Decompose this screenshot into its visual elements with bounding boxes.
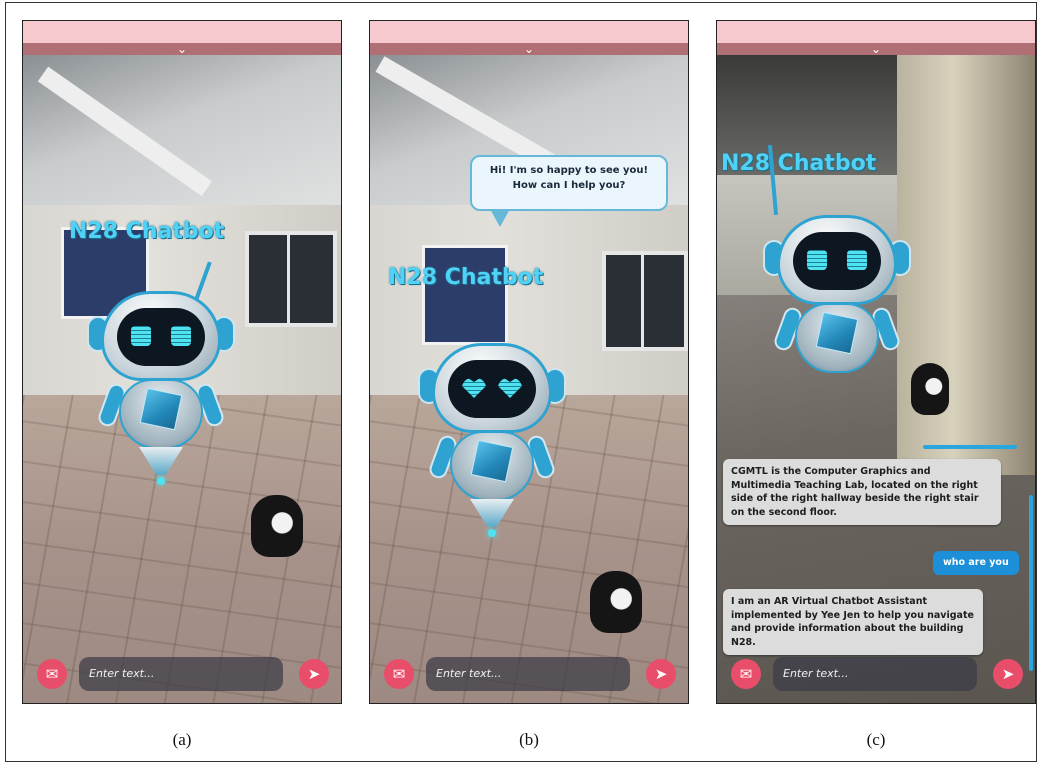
robot-head <box>432 343 552 433</box>
robot-face <box>117 308 205 366</box>
right-heart-eye <box>498 378 522 398</box>
chatbot-robot[interactable] <box>412 323 572 543</box>
text-input[interactable]: Enter text... <box>79 657 283 691</box>
chatbot-robot[interactable] <box>757 144 917 415</box>
cat <box>590 571 642 633</box>
text-input[interactable]: Enter text... <box>773 657 977 691</box>
bot-title: N28 Chatbot <box>721 151 877 176</box>
caption-b: (b) <box>519 730 539 749</box>
chat-bubble-icon[interactable]: ✉ <box>37 659 67 689</box>
top-bar[interactable] <box>23 21 341 43</box>
input-bar: ✉ Enter text... ➤ <box>370 651 688 703</box>
cat <box>911 363 949 415</box>
chat-bubble-icon[interactable]: ✉ <box>384 659 414 689</box>
send-arrow-icon[interactable]: ➤ <box>993 659 1023 689</box>
window <box>602 251 688 351</box>
bot-message-1: CGMTL is the Computer Graphics and Multi… <box>723 459 1001 525</box>
chevron-down-icon[interactable]: ⌄ <box>871 43 881 55</box>
chatbot-robot[interactable] <box>81 261 241 491</box>
input-bar: ✉ Enter text... ➤ <box>23 651 341 703</box>
cat <box>251 495 303 557</box>
robot-head <box>777 215 897 305</box>
camera-scene: N28 Chatbot CGMTL is the Computer Graphi… <box>717 55 1035 703</box>
text-input[interactable]: Enter text... <box>426 657 630 691</box>
bot-message-2: I am an AR Virtual Chatbot Assistant imp… <box>723 589 983 655</box>
bot-title: N28 Chatbot <box>69 219 225 244</box>
speech-bubble: Hi! I'm so happy to see you! How can I h… <box>470 155 668 211</box>
camera-scene: N28 Chatbot <box>23 55 341 703</box>
camera-scene: Hi! I'm so happy to see you! How can I h… <box>370 55 688 703</box>
robot-head <box>101 291 221 381</box>
screen-panel-b: ⌄ Hi! I'm so happy to see you! How can I… <box>369 20 689 704</box>
left-heart-eye <box>462 378 486 398</box>
user-message-1: who are you <box>933 551 1019 575</box>
robot-face <box>448 360 536 418</box>
top-bar[interactable] <box>717 21 1035 43</box>
held-cube <box>139 387 183 431</box>
chevron-down-icon[interactable]: ⌄ <box>177 43 187 55</box>
left-eye <box>807 250 827 270</box>
left-eye <box>131 326 151 346</box>
screen-panel-c: ⌄ N28 Chatbot CGMTL is the Computer Grap… <box>716 20 1036 704</box>
robot-tip-glow <box>488 529 496 537</box>
send-arrow-icon[interactable]: ➤ <box>299 659 329 689</box>
right-eye <box>847 250 867 270</box>
window <box>245 231 337 327</box>
top-bar[interactable] <box>370 21 688 43</box>
right-eye <box>171 326 191 346</box>
send-arrow-icon[interactable]: ➤ <box>646 659 676 689</box>
caption-a: (a) <box>172 730 192 749</box>
bot-title: N28 Chatbot <box>388 265 544 290</box>
caption-c: (c) <box>866 730 886 749</box>
input-bar: ✉ Enter text... ➤ <box>717 651 1035 703</box>
chevron-down-icon[interactable]: ⌄ <box>524 43 534 55</box>
robot-tip-glow <box>157 477 165 485</box>
screen-panel-a: ⌄ N28 Chatbot ✉ Enter text... ➤ <box>22 20 342 704</box>
held-cube <box>815 311 859 355</box>
robot-face <box>793 232 881 290</box>
robot-base <box>139 447 183 475</box>
chat-scrollbar[interactable] <box>1029 495 1033 671</box>
speech-bubble-text: Hi! I'm so happy to see you! How can I h… <box>489 165 649 191</box>
speech-bubble-tail <box>490 209 510 227</box>
robot-base <box>470 499 514 527</box>
held-cube <box>470 439 514 483</box>
chat-bubble-icon[interactable]: ✉ <box>731 659 761 689</box>
chat-top-line <box>923 445 1017 449</box>
